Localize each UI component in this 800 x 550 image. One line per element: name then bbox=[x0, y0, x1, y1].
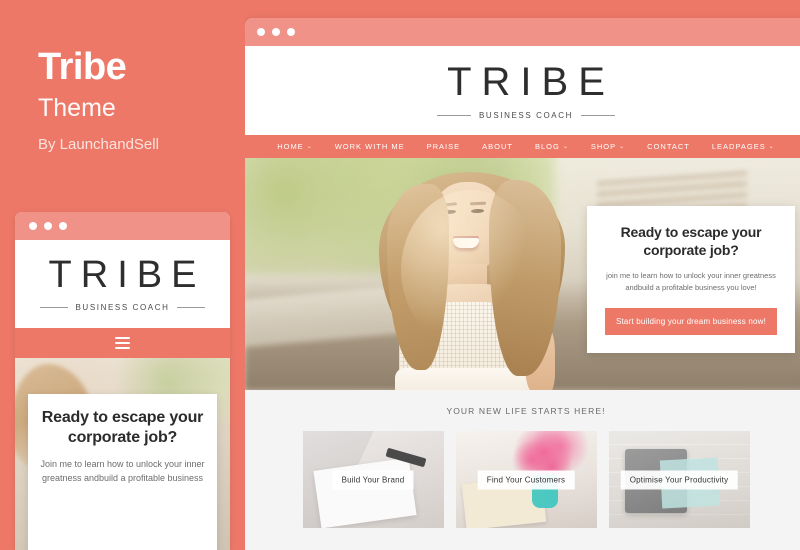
window-dot-1 bbox=[29, 222, 37, 230]
hero-body-text: join me to learn how to unlock your inne… bbox=[606, 271, 776, 293]
feature-card-build-your-brand[interactable]: Build Your Brand bbox=[302, 431, 444, 528]
mobile-nav-bar bbox=[15, 328, 230, 358]
feature-card-label: Build Your Brand bbox=[332, 470, 414, 489]
nav-item-blog[interactable]: BLOG ⌄ bbox=[524, 142, 580, 151]
promo-author: By LaunchandSell bbox=[38, 136, 159, 153]
feature-card-find-your-customers[interactable]: Find Your Customers bbox=[455, 431, 597, 528]
site-logo-tagline-row: BUSINESS COACH bbox=[245, 111, 800, 120]
hero-section: Ready to escape your corporate job? join… bbox=[245, 158, 800, 390]
nav-item-about[interactable]: ABOUT bbox=[471, 142, 524, 151]
nav-label: HOME bbox=[277, 142, 304, 151]
nav-item-shop[interactable]: SHOP ⌄ bbox=[580, 142, 636, 151]
nav-label: SHOP bbox=[590, 142, 617, 151]
feature-card-label: Optimise Your Productivity bbox=[620, 470, 738, 489]
nav-item-home[interactable]: HOME ⌄ bbox=[266, 142, 324, 151]
mobile-chrome-bar bbox=[15, 212, 230, 240]
site-nav: HOME ⌄ WORK WITH ME PRAISE ABOUT BLOG ⌄ … bbox=[245, 135, 800, 158]
nav-item-leadpages[interactable]: LEADPAGES ⌄ bbox=[701, 142, 786, 151]
features-card-row: Build Your Brand Find Your Customers Opt… bbox=[245, 431, 800, 528]
desktop-browser-mock: TRIBE BUSINESS COACH HOME ⌄ WORK WITH ME… bbox=[245, 18, 800, 550]
hair-highlight bbox=[401, 190, 541, 350]
hero-cta-button[interactable]: Start building your dream business now! bbox=[605, 307, 777, 335]
window-dot-2 bbox=[44, 222, 52, 230]
tagline-rule-left bbox=[39, 307, 68, 308]
hamburger-icon[interactable] bbox=[115, 336, 130, 350]
site-logo-wordmark[interactable]: TRIBE bbox=[437, 62, 615, 102]
nav-label: WORK WITH ME bbox=[334, 142, 405, 151]
nav-item-work-with-me[interactable]: WORK WITH ME bbox=[324, 142, 416, 151]
feature-card-label: Find Your Customers bbox=[477, 470, 575, 489]
chevron-down-icon: ⌄ bbox=[768, 143, 775, 150]
tagline-rule-left bbox=[437, 114, 471, 116]
hero-photo-woman bbox=[373, 162, 573, 390]
nav-item-contact[interactable]: CONTACT bbox=[636, 142, 701, 151]
window-dot-3 bbox=[287, 28, 295, 36]
mobile-preview-mock: TRIBE BUSINESS COACH Ready to escape you… bbox=[15, 212, 230, 550]
site-logo-tagline: BUSINESS COACH bbox=[479, 110, 573, 120]
window-dot-2 bbox=[272, 28, 280, 36]
promo-subtitle: Theme bbox=[38, 94, 116, 122]
browser-chrome-bar bbox=[245, 18, 800, 46]
features-section: YOUR NEW LIFE STARTS HERE! Build Your Br… bbox=[245, 390, 800, 550]
hero-heading: Ready to escape your corporate job? bbox=[620, 224, 762, 258]
hero-overlay-card: Ready to escape your corporate job? join… bbox=[587, 206, 795, 353]
mobile-hero-heading: Ready to escape your corporate job? bbox=[41, 409, 204, 446]
window-dot-3 bbox=[59, 222, 67, 230]
mobile-logo-tagline-row: BUSINESS COACH bbox=[15, 303, 230, 312]
nav-label: CONTACT bbox=[647, 142, 690, 151]
mobile-hero-section: Ready to escape your corporate job? Join… bbox=[15, 358, 230, 550]
site-header: TRIBE BUSINESS COACH bbox=[245, 46, 800, 135]
feature-card-optimise-your-productivity[interactable]: Optimise Your Productivity bbox=[608, 431, 750, 528]
features-title: YOUR NEW LIFE STARTS HERE! bbox=[446, 406, 606, 416]
nav-label: ABOUT bbox=[482, 142, 513, 151]
window-dot-1 bbox=[257, 28, 265, 36]
nav-label: LEADPAGES bbox=[711, 142, 766, 151]
tagline-rule-right bbox=[580, 114, 615, 116]
chevron-down-icon: ⌄ bbox=[619, 143, 626, 150]
mobile-hero-card: Ready to escape your corporate job? Join… bbox=[28, 394, 217, 550]
mobile-logo-tagline: BUSINESS COACH bbox=[75, 303, 170, 312]
promo-title: Tribe bbox=[38, 46, 127, 88]
mobile-hero-body: Join me to learn how to unlock your inne… bbox=[40, 459, 205, 483]
nav-label: BLOG bbox=[535, 142, 560, 151]
mobile-site-logo[interactable]: TRIBE BUSINESS COACH bbox=[15, 240, 230, 328]
mobile-logo-wordmark: TRIBE bbox=[48, 254, 206, 296]
chevron-down-icon: ⌄ bbox=[562, 143, 569, 150]
tagline-rule-right bbox=[177, 307, 206, 308]
nav-item-praise[interactable]: PRAISE bbox=[416, 142, 472, 151]
chevron-down-icon: ⌄ bbox=[306, 143, 313, 150]
nav-label: PRAISE bbox=[426, 142, 461, 151]
